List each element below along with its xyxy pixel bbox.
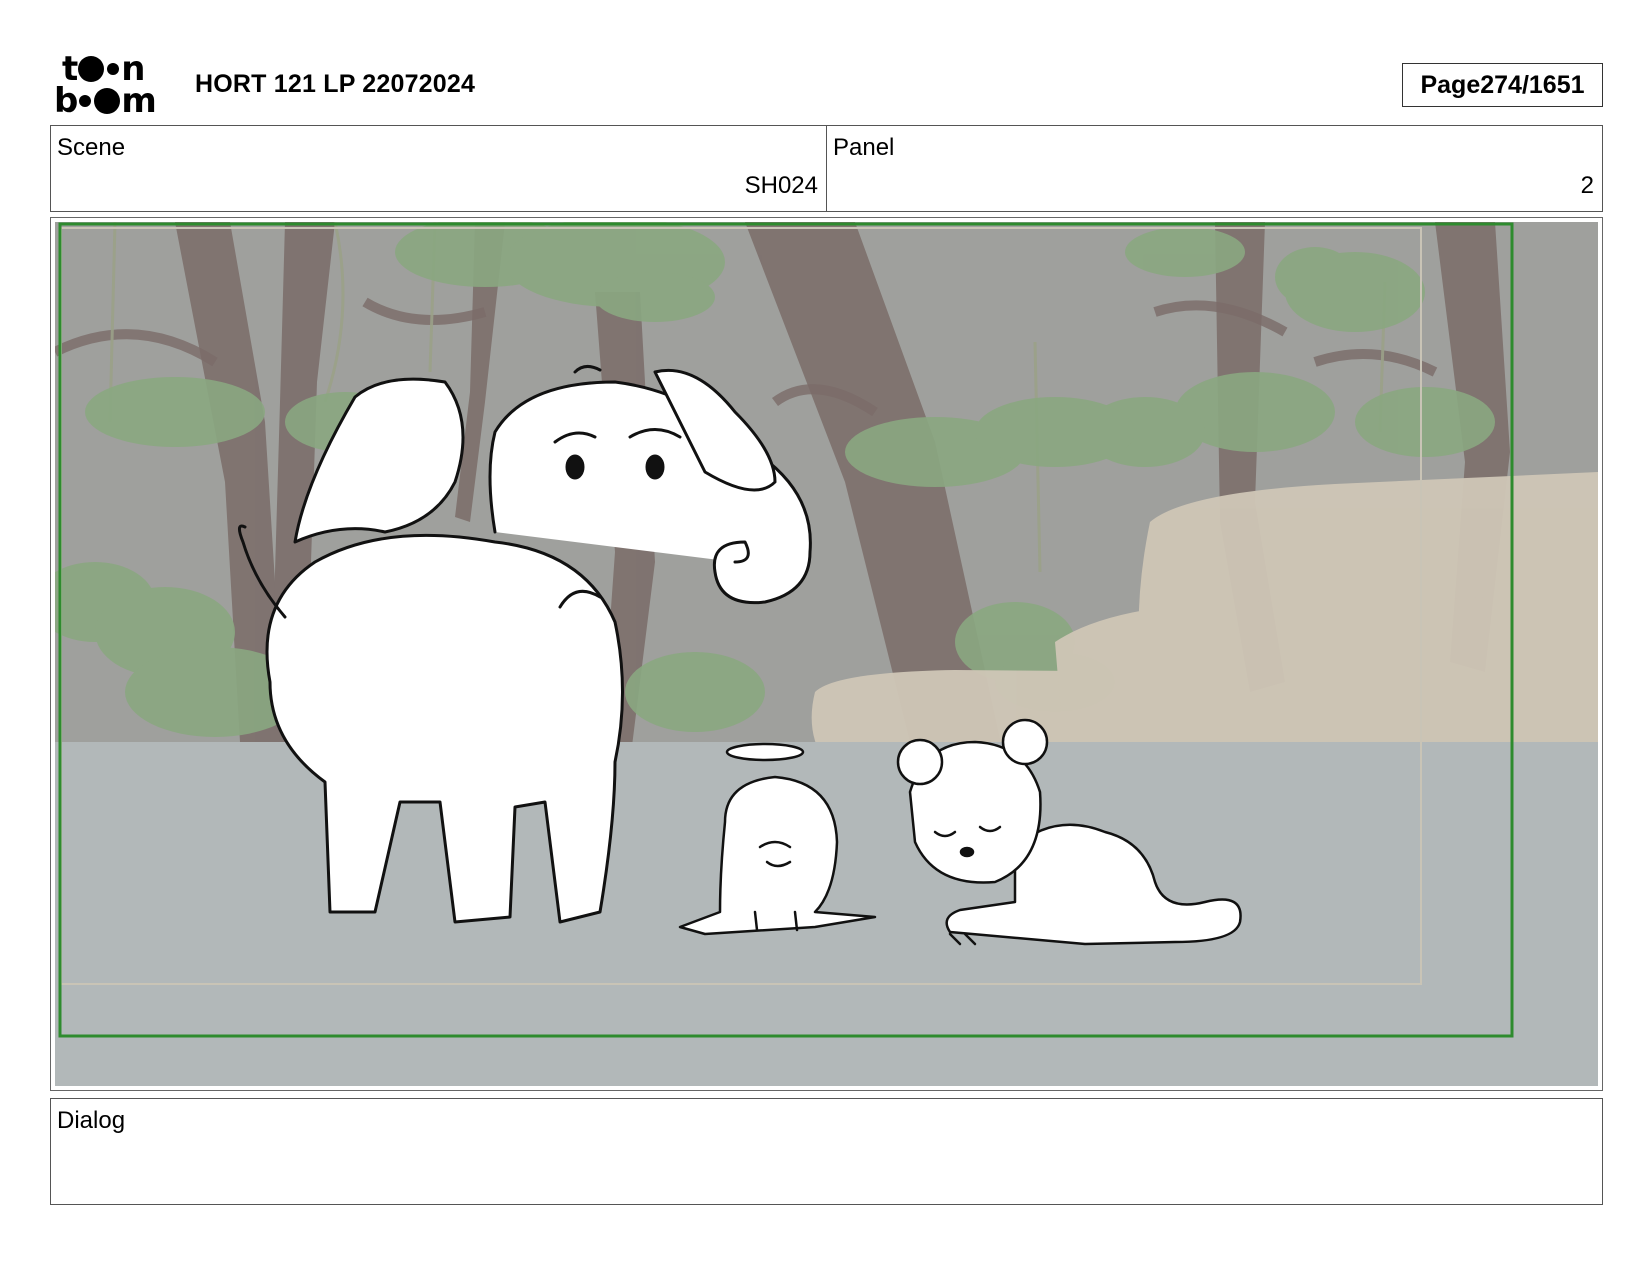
panel-cell: Panel 2 bbox=[827, 126, 1602, 211]
panel-label: Panel bbox=[833, 134, 895, 161]
storyboard-drawing bbox=[55, 222, 1598, 1086]
toonboom-logo: t n b m bbox=[54, 49, 157, 121]
page-number: 274/1651 bbox=[1480, 70, 1585, 99]
scene-panel-info: Scene SH024 Panel 2 bbox=[50, 125, 1603, 212]
panel-value: 2 bbox=[1580, 172, 1594, 199]
page-indicator: Page 274/1651 bbox=[1402, 63, 1603, 107]
scene-value: SH024 bbox=[744, 172, 818, 199]
dialog-box: Dialog bbox=[50, 1098, 1603, 1205]
scene-cell: Scene SH024 bbox=[51, 126, 827, 211]
scene-label: Scene bbox=[57, 134, 126, 161]
page-label: Page bbox=[1420, 70, 1481, 99]
storyboard-frame bbox=[50, 217, 1603, 1091]
document-title: HORT 121 LP 22072024 bbox=[195, 70, 476, 98]
dialog-label: Dialog bbox=[57, 1107, 126, 1134]
